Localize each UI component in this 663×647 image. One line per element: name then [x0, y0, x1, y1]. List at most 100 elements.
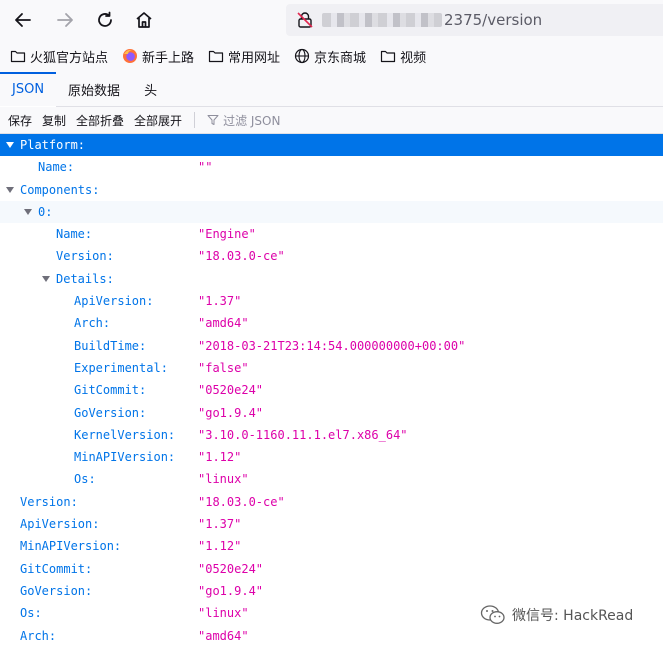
back-arrow-icon [15, 13, 31, 27]
folder-icon [10, 50, 26, 63]
json-row[interactable]: ApiVersion: "1.37" [0, 513, 663, 535]
bookmarks-toolbar: 火狐官方站点 新手上路 常用网址 京东商城 视频 [0, 40, 663, 72]
folder-icon [208, 50, 224, 63]
json-row[interactable]: Version: "18.03.0-ce" [0, 491, 663, 513]
json-row[interactable]: Arch: "amd64" [0, 312, 663, 334]
bookmark-label: 新手上路 [142, 50, 195, 66]
json-value: "1.12" [198, 539, 242, 554]
reload-button[interactable] [92, 7, 118, 33]
forward-button[interactable] [52, 7, 78, 33]
json-row[interactable]: GitCommit: "0520e24" [0, 558, 663, 580]
back-button[interactable] [10, 7, 36, 33]
tab-raw-data[interactable]: 原始数据 [56, 72, 132, 106]
json-key: Name: [56, 227, 93, 242]
json-row[interactable]: KernelVersion: "3.10.0-1160.11.1.el7.x86_… [0, 424, 663, 446]
toolbar-divider [194, 112, 196, 128]
json-row[interactable]: ApiVersion: "1.37" [0, 290, 663, 312]
filter-placeholder: 过滤 JSON [223, 113, 281, 128]
json-row[interactable]: Name: "Engine" [0, 223, 663, 245]
json-row[interactable]: MinAPIVersion: "1.12" [0, 535, 663, 557]
expand-all-button[interactable]: 全部展开 [134, 112, 182, 129]
bookmark-firefox-site[interactable]: 火狐官方站点 [10, 47, 108, 66]
json-key: BuildTime: [74, 338, 147, 353]
tab-headers[interactable]: 头 [132, 72, 169, 106]
wechat-icon [480, 605, 505, 624]
json-key: 0: [38, 204, 53, 219]
json-row[interactable]: GoVersion: "go1.9.4" [0, 402, 663, 424]
save-button[interactable]: 保存 [8, 112, 32, 129]
json-value: "1.37" [198, 294, 242, 309]
json-row[interactable]: Version: "18.03.0-ce" [0, 245, 663, 267]
bookmark-getting-started[interactable]: 新手上路 [122, 47, 194, 66]
address-bar[interactable]: 2375/version [286, 4, 663, 36]
json-row[interactable]: Components: [0, 179, 663, 201]
json-row[interactable]: Details: [0, 268, 663, 290]
firefox-icon [123, 49, 138, 63]
expand-toggle-icon[interactable] [6, 186, 14, 193]
json-value: "1.37" [198, 517, 242, 532]
home-icon [136, 12, 152, 28]
json-row[interactable]: Os: "linux" [0, 468, 663, 490]
expand-toggle-icon[interactable] [24, 208, 32, 215]
globe-icon [294, 48, 310, 64]
url-text: 2375/version [444, 11, 543, 29]
json-key: Os: [74, 472, 96, 487]
bookmark-label: 常用网址 [228, 50, 281, 66]
json-key: KernelVersion: [74, 427, 176, 442]
json-value: "0520e24" [198, 383, 264, 398]
json-value: "1.12" [198, 450, 242, 465]
bookmark-jd-mall[interactable]: 京东商城 [294, 47, 366, 66]
json-key: Arch: [74, 316, 111, 331]
browser-toolbar: 2375/version [0, 0, 663, 40]
bookmark-label: 京东商城 [314, 50, 367, 66]
json-row[interactable]: BuildTime: "2018-03-21T23:14:54.000000000… [0, 335, 663, 357]
json-row[interactable]: Experimental: "false" [0, 357, 663, 379]
reload-icon [98, 11, 112, 27]
expand-toggle-icon[interactable] [42, 275, 50, 282]
copy-button[interactable]: 复制 [42, 112, 66, 129]
json-value: "Engine" [198, 227, 256, 242]
json-row[interactable]: GitCommit: "0520e24" [0, 379, 663, 401]
json-key: MinAPIVersion: [20, 539, 122, 554]
json-key: Version: [20, 494, 78, 509]
bookmark-video[interactable]: 视频 [380, 47, 426, 66]
json-key: ApiVersion: [20, 517, 100, 532]
bookmark-common-sites[interactable]: 常用网址 [208, 47, 280, 66]
json-row[interactable]: GoVersion: "go1.9.4" [0, 580, 663, 602]
json-key: GoVersion: [20, 583, 93, 598]
json-action-bar: 保存 复制 全部折叠 全部展开 过滤 JSON [0, 107, 663, 134]
json-row[interactable]: 0: [0, 200, 663, 224]
insecure-lock-icon[interactable] [296, 11, 314, 29]
json-value: "amd64" [198, 316, 249, 331]
tab-json[interactable]: JSON [0, 72, 57, 107]
redacted-host [322, 13, 442, 27]
json-key: Platform: [20, 138, 86, 152]
watermark-text: 微信号: HackRead [512, 608, 634, 624]
json-value: "18.03.0-ce" [198, 249, 285, 264]
json-value: "linux" [198, 472, 249, 487]
expand-toggle-icon[interactable] [6, 142, 14, 148]
json-key: Os: [20, 606, 42, 621]
json-key: Experimental: [74, 360, 168, 375]
json-value: "go1.9.4" [198, 583, 264, 598]
watermark: 微信号: HackRead [480, 604, 633, 626]
json-row[interactable]: MinAPIVersion: "1.12" [0, 446, 663, 468]
json-key: ApiVersion: [74, 294, 154, 309]
collapse-all-button[interactable]: 全部折叠 [76, 112, 124, 129]
home-button[interactable] [131, 7, 157, 33]
json-value: "3.10.0-1160.11.1.el7.x86_64" [198, 427, 408, 442]
json-key: MinAPIVersion: [74, 450, 176, 465]
json-key: Arch: [20, 628, 57, 643]
json-key: GitCommit: [74, 383, 147, 398]
json-value: "18.03.0-ce" [198, 494, 285, 509]
json-value: "0520e24" [198, 561, 264, 576]
json-value: "go1.9.4" [198, 405, 264, 420]
json-row[interactable]: Arch: "amd64" [0, 625, 663, 647]
forward-arrow-icon [57, 13, 73, 27]
json-row[interactable]: Platform: [0, 134, 663, 157]
folder-icon [380, 50, 396, 63]
json-key: Version: [56, 249, 114, 264]
json-value: "false" [198, 360, 249, 375]
filter-json-input[interactable]: 过滤 JSON [207, 112, 280, 129]
json-row[interactable]: Name: "" [0, 156, 663, 178]
